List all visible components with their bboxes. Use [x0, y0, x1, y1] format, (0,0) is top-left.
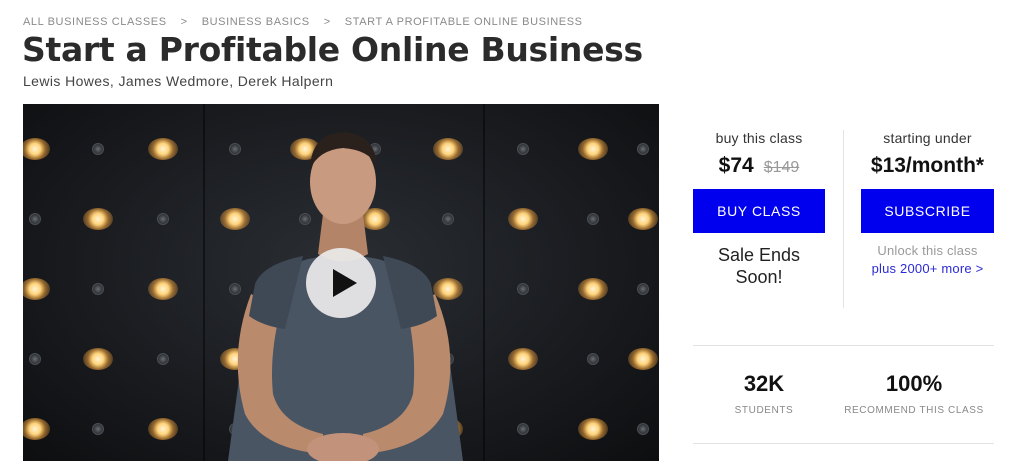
- play-button[interactable]: [306, 248, 376, 318]
- stat-students-value: 32K: [743, 371, 785, 396]
- instructor-names: Lewis Howes, James Wedmore, Derek Halper…: [23, 73, 334, 89]
- subscribe-label: starting under: [883, 130, 972, 146]
- breadcrumb-current-class[interactable]: START A PROFITABLE ONLINE BUSINESS: [345, 16, 583, 28]
- more-classes-link[interactable]: plus 2000+ more >: [861, 261, 994, 276]
- stat-recommend: 100% RECOMMEND THIS CLASS: [843, 371, 985, 416]
- buy-label: buy this class: [715, 130, 803, 146]
- sale-note-line2: Soon!: [735, 267, 783, 287]
- sale-note-line1: Sale Ends: [717, 245, 801, 265]
- play-icon: [333, 269, 357, 297]
- subscribe-panel: starting under $13/month* SUBSCRIBE Unlo…: [861, 130, 994, 276]
- breadcrumb-separator: >: [180, 16, 188, 28]
- subscribe-price: $13/month*: [870, 154, 985, 177]
- unlock-text: Unlock this class: [877, 243, 978, 258]
- breadcrumb-separator: >: [323, 16, 331, 28]
- sale-price: $74: [718, 154, 754, 177]
- buy-class-button[interactable]: BUY CLASS: [693, 189, 825, 233]
- original-price: $149: [763, 159, 800, 176]
- video-player[interactable]: [23, 104, 659, 461]
- breadcrumb-all-business-classes[interactable]: ALL BUSINESS CLASSES: [23, 16, 167, 28]
- panel-divider: [843, 130, 844, 308]
- buy-class-panel: buy this class $74 $149 BUY CLASS Sale E…: [693, 130, 825, 288]
- breadcrumb: ALL BUSINESS CLASSES > BUSINESS BASICS >…: [23, 16, 583, 28]
- sale-ends-note: Sale Ends Soon!: [693, 244, 825, 288]
- stat-students-caption: STUDENTS: [734, 405, 794, 416]
- stat-recommend-value: 100%: [885, 371, 943, 396]
- stat-recommend-caption: RECOMMEND THIS CLASS: [844, 405, 984, 416]
- price-row: $74 $149: [693, 154, 825, 178]
- page-title: Start a Profitable Online Business: [22, 30, 643, 69]
- stats-divider-top: [693, 345, 994, 346]
- subscribe-button[interactable]: SUBSCRIBE: [861, 189, 994, 233]
- breadcrumb-business-basics[interactable]: BUSINESS BASICS: [202, 16, 310, 28]
- subscribe-price-row: $13/month*: [861, 154, 994, 178]
- stat-students: 32K STUDENTS: [712, 371, 816, 416]
- stats-divider-bottom: [693, 443, 994, 444]
